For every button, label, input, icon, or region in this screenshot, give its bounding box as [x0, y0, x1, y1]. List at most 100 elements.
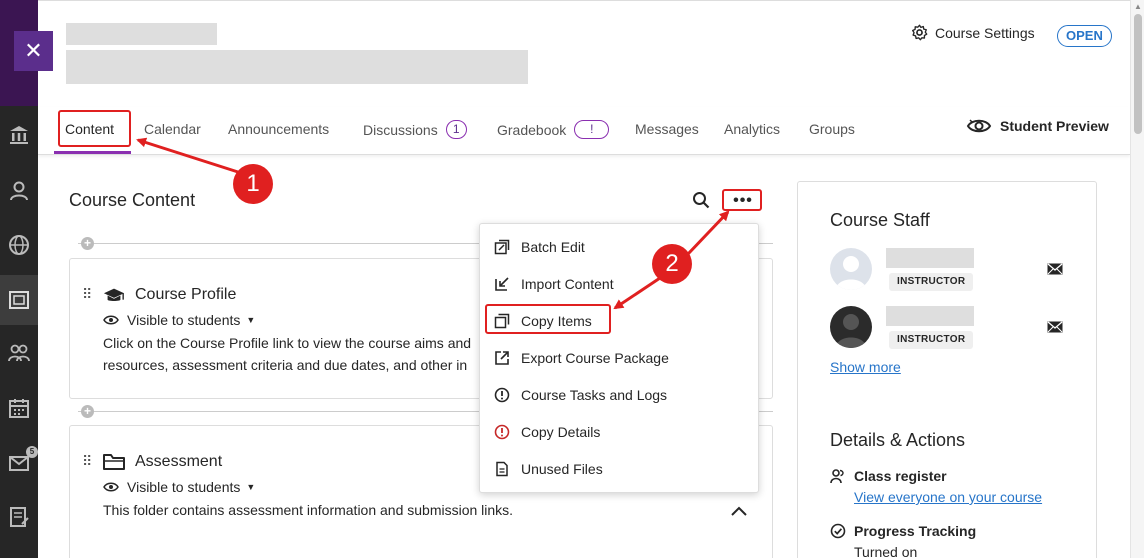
highlight-more-button: [722, 189, 762, 211]
description-line: Click on the Course Profile link to view…: [103, 335, 472, 351]
course-status-badge[interactable]: OPEN: [1057, 25, 1112, 47]
globe-icon[interactable]: [6, 232, 32, 258]
avatar[interactable]: [830, 306, 872, 348]
visibility-selector[interactable]: Visible to students ▼: [103, 479, 255, 495]
search-icon[interactable]: [690, 189, 712, 211]
alert-circle-red-icon: [492, 424, 512, 440]
import-icon: [492, 276, 512, 292]
check-circle-icon: [830, 523, 846, 539]
content-item-title[interactable]: Assessment: [135, 453, 222, 471]
menu-item-import-content[interactable]: Import Content: [492, 272, 614, 296]
chevron-up-icon[interactable]: [730, 504, 748, 522]
visibility-label: Visible to students: [127, 479, 241, 495]
tab-calendar[interactable]: Calendar: [144, 121, 201, 137]
description-line: resources, assessment criteria and due d…: [103, 357, 468, 373]
menu-item-copy-details[interactable]: Copy Details: [492, 420, 600, 444]
course-settings-button[interactable]: Course Settings: [911, 24, 1035, 41]
drag-handle-icon[interactable]: ⠿: [82, 453, 92, 470]
class-register-row: Class register: [830, 468, 947, 484]
content-item-description: This folder contains assessment informat…: [103, 502, 514, 518]
highlight-content-tab: [58, 110, 131, 147]
menu-item-batch-edit[interactable]: Batch Edit: [492, 235, 585, 259]
file-icon: [492, 461, 512, 477]
institution-icon[interactable]: [6, 122, 32, 148]
menu-item-label: Export Course Package: [521, 350, 669, 366]
tab-messages-label: Messages: [635, 121, 699, 137]
course-title-placeholder: [66, 50, 528, 84]
tab-groups-label: Groups: [809, 121, 855, 137]
highlight-copy-items: [485, 304, 611, 334]
visibility-label: Visible to students: [127, 312, 241, 328]
staff-name-placeholder: [886, 306, 974, 326]
tab-calendar-label: Calendar: [144, 121, 201, 137]
tab-analytics[interactable]: Analytics: [724, 121, 780, 137]
messages-count-badge: 5: [26, 446, 38, 458]
menu-item-label: Import Content: [521, 276, 614, 292]
scrollbar-thumb[interactable]: [1134, 14, 1142, 134]
profile-icon[interactable]: [6, 178, 32, 204]
progress-tracking-status[interactable]: Turned on: [854, 544, 917, 558]
tab-messages[interactable]: Messages: [635, 121, 699, 137]
close-course-button[interactable]: ✕: [14, 31, 53, 71]
add-content-plus-icon[interactable]: +: [81, 405, 94, 418]
eye-icon: [103, 481, 119, 493]
avatar[interactable]: [830, 248, 872, 290]
courses-icon[interactable]: [6, 287, 32, 313]
tab-gradebook[interactable]: Gradebook !: [497, 120, 610, 139]
drag-handle-icon[interactable]: ⠿: [82, 286, 92, 303]
export-icon: [492, 350, 512, 366]
menu-item-unused-files[interactable]: Unused Files: [492, 457, 603, 481]
menu-item-label: Batch Edit: [521, 239, 585, 255]
left-navigation-rail: 5: [0, 0, 38, 558]
mail-icon[interactable]: [1047, 321, 1063, 333]
graduation-cap-icon: [103, 286, 125, 306]
course-details-panel: Course Staff INSTRUCTOR INSTRUCTOR Show …: [797, 181, 1097, 558]
batch-edit-icon: [492, 239, 512, 255]
more-options-menu: Batch Edit Import Content Copy Items Exp…: [479, 223, 759, 493]
student-preview-label: Student Preview: [1000, 118, 1109, 134]
eye-icon: [103, 314, 119, 326]
tab-groups[interactable]: Groups: [809, 121, 855, 137]
role-badge: INSTRUCTOR: [889, 273, 974, 291]
discussions-count-badge: 1: [445, 120, 467, 139]
course-staff-title: Course Staff: [830, 210, 930, 230]
add-content-plus-icon[interactable]: +: [81, 237, 94, 250]
calendar-icon[interactable]: [6, 395, 32, 421]
tab-announcements[interactable]: Announcements: [228, 121, 329, 137]
scroll-up-arrow-icon[interactable]: ▲: [1134, 2, 1142, 11]
course-page: Course Settings OPEN Content Calendar An…: [38, 0, 1130, 558]
course-content-title: Course Content: [69, 190, 196, 210]
tab-discussions-label: Discussions: [363, 121, 438, 138]
progress-tracking-row: Progress Tracking: [830, 523, 976, 539]
tab-analytics-label: Analytics: [724, 121, 781, 137]
tab-discussions[interactable]: Discussions 1: [363, 120, 467, 139]
step-2-callout: 2: [652, 244, 692, 284]
page-scrollbar[interactable]: ▲: [1130, 0, 1144, 558]
step-1-callout: 1: [233, 164, 273, 204]
content-item-description: Click on the Course Profile link to view…: [103, 332, 471, 376]
content-item-title[interactable]: Course Profile: [135, 286, 236, 304]
alert-circle-icon: [492, 387, 512, 403]
tab-announcements-label: Announcements: [228, 121, 330, 137]
menu-item-export-course-package[interactable]: Export Course Package: [492, 346, 669, 370]
organizations-icon[interactable]: [6, 340, 32, 366]
course-code-placeholder: [66, 23, 217, 45]
menu-item-label: Course Tasks and Logs: [521, 387, 668, 403]
show-more-link[interactable]: Show more: [830, 359, 901, 375]
progress-tracking-label: Progress Tracking: [854, 523, 977, 539]
chevron-down-icon: ▼: [246, 482, 256, 492]
course-settings-label: Course Settings: [935, 24, 1035, 41]
details-actions-title: Details & Actions: [830, 430, 966, 450]
staff-name-placeholder: [886, 248, 974, 268]
menu-item-label: Unused Files: [521, 461, 603, 477]
gear-icon: [911, 24, 928, 41]
visibility-selector[interactable]: Visible to students ▼: [103, 312, 255, 328]
view-everyone-link[interactable]: View everyone on your course: [854, 489, 1042, 505]
menu-item-course-tasks-and-logs[interactable]: Course Tasks and Logs: [492, 383, 667, 407]
student-preview-button[interactable]: Student Preview: [966, 117, 1109, 135]
menu-item-label: Copy Details: [521, 424, 601, 440]
grades-icon[interactable]: [6, 504, 32, 530]
mail-icon[interactable]: [1047, 263, 1063, 275]
role-badge: INSTRUCTOR: [889, 331, 974, 349]
eye-preview-icon: [966, 117, 992, 135]
